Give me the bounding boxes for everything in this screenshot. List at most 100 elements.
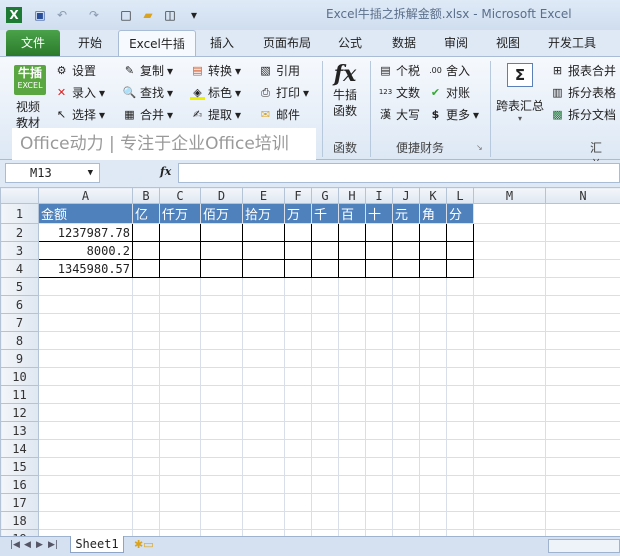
- cell[interactable]: [392, 475, 420, 494]
- cell[interactable]: [159, 241, 201, 260]
- cell[interactable]: [392, 277, 420, 296]
- cell[interactable]: [311, 421, 339, 440]
- cell[interactable]: [284, 493, 312, 512]
- uppercase-button[interactable]: 漢大写: [378, 106, 420, 123]
- cell[interactable]: [242, 511, 285, 530]
- first-sheet-icon[interactable]: |◀: [10, 540, 20, 550]
- cell[interactable]: [132, 367, 160, 386]
- merge-button[interactable]: ▦ 合并 ▾: [122, 106, 173, 123]
- cell[interactable]: [200, 331, 243, 350]
- header-cell[interactable]: 拾万: [242, 203, 285, 224]
- prev-sheet-icon[interactable]: ◀: [24, 540, 31, 550]
- cell[interactable]: [446, 457, 474, 476]
- row-header[interactable]: 18: [0, 511, 39, 530]
- tab-file[interactable]: 文件: [6, 30, 60, 56]
- cell[interactable]: [473, 313, 546, 332]
- niucha-logo-button[interactable]: 牛插 EXCEL: [14, 65, 46, 95]
- extract-button[interactable]: ✍ 提取 ▾: [190, 106, 241, 123]
- cell[interactable]: [242, 439, 285, 458]
- cell[interactable]: [545, 277, 620, 296]
- cell[interactable]: [392, 331, 420, 350]
- cell[interactable]: [338, 439, 366, 458]
- cell[interactable]: [446, 367, 474, 386]
- cell[interactable]: [284, 511, 312, 530]
- cell[interactable]: [419, 439, 447, 458]
- cell[interactable]: [38, 367, 133, 386]
- cell[interactable]: [159, 421, 201, 440]
- cell[interactable]: [473, 493, 546, 512]
- row-header[interactable]: 17: [0, 493, 39, 512]
- cell[interactable]: [200, 475, 243, 494]
- cell[interactable]: [419, 313, 447, 332]
- row-header[interactable]: 11: [0, 385, 39, 404]
- cell[interactable]: [38, 421, 133, 440]
- cell[interactable]: [338, 331, 366, 350]
- cell[interactable]: [545, 313, 620, 332]
- cell[interactable]: [446, 403, 474, 422]
- cell[interactable]: [446, 385, 474, 404]
- cell[interactable]: [200, 295, 243, 314]
- cell[interactable]: [545, 295, 620, 314]
- header-cell[interactable]: 亿: [132, 203, 160, 224]
- cell[interactable]: [446, 511, 474, 530]
- cell[interactable]: [132, 493, 160, 512]
- row-header[interactable]: 9: [0, 349, 39, 368]
- cell[interactable]: [242, 313, 285, 332]
- cell[interactable]: [38, 439, 133, 458]
- cell[interactable]: [38, 295, 133, 314]
- cell[interactable]: [419, 403, 447, 422]
- cell[interactable]: [473, 457, 546, 476]
- cell[interactable]: [311, 385, 339, 404]
- tab-home[interactable]: 开始: [66, 30, 114, 56]
- cell[interactable]: [311, 493, 339, 512]
- cell[interactable]: [365, 241, 393, 260]
- cell[interactable]: [419, 349, 447, 368]
- text-number-button[interactable]: 123 文数: [378, 84, 420, 101]
- cell[interactable]: [132, 223, 160, 242]
- cell[interactable]: [159, 385, 201, 404]
- header-cell[interactable]: 万: [284, 203, 312, 224]
- cell[interactable]: [338, 223, 366, 242]
- cell[interactable]: [200, 421, 243, 440]
- cell[interactable]: [419, 331, 447, 350]
- cell[interactable]: [38, 331, 133, 350]
- row-header[interactable]: 15: [0, 457, 39, 476]
- cell[interactable]: [365, 457, 393, 476]
- header-cell[interactable]: 十: [365, 203, 393, 224]
- cell[interactable]: [446, 313, 474, 332]
- split-document-button[interactable]: ▩ 拆分文档: [550, 106, 616, 123]
- cell[interactable]: [38, 277, 133, 296]
- print-button[interactable]: ⎙ 打印 ▾: [258, 84, 309, 101]
- cell[interactable]: [159, 403, 201, 422]
- cell[interactable]: [284, 295, 312, 314]
- cell[interactable]: [419, 277, 447, 296]
- cell[interactable]: [132, 421, 160, 440]
- tab-view[interactable]: 视图: [488, 30, 528, 56]
- cell[interactable]: [284, 421, 312, 440]
- cell[interactable]: [365, 349, 393, 368]
- cell[interactable]: [473, 439, 546, 458]
- cell[interactable]: [392, 367, 420, 386]
- cell[interactable]: [284, 385, 312, 404]
- row-header[interactable]: 1: [0, 203, 39, 224]
- cell[interactable]: [242, 367, 285, 386]
- cell[interactable]: [473, 203, 546, 224]
- next-sheet-icon[interactable]: ▶: [36, 540, 43, 550]
- cell[interactable]: [132, 385, 160, 404]
- cell[interactable]: [338, 277, 366, 296]
- column-header[interactable]: A: [38, 187, 133, 204]
- insert-function-button[interactable]: fx: [160, 165, 171, 178]
- cell[interactable]: [311, 511, 339, 530]
- cell[interactable]: [311, 439, 339, 458]
- row-header[interactable]: 5: [0, 277, 39, 296]
- cell[interactable]: [242, 493, 285, 512]
- cell[interactable]: [473, 331, 546, 350]
- cell[interactable]: [473, 421, 546, 440]
- column-header[interactable]: G: [311, 187, 339, 204]
- cell[interactable]: [159, 331, 201, 350]
- cell[interactable]: [284, 241, 312, 260]
- cell[interactable]: [338, 367, 366, 386]
- cell[interactable]: [392, 439, 420, 458]
- settings-button[interactable]: ⚙ 设置: [54, 62, 96, 79]
- cell[interactable]: [419, 367, 447, 386]
